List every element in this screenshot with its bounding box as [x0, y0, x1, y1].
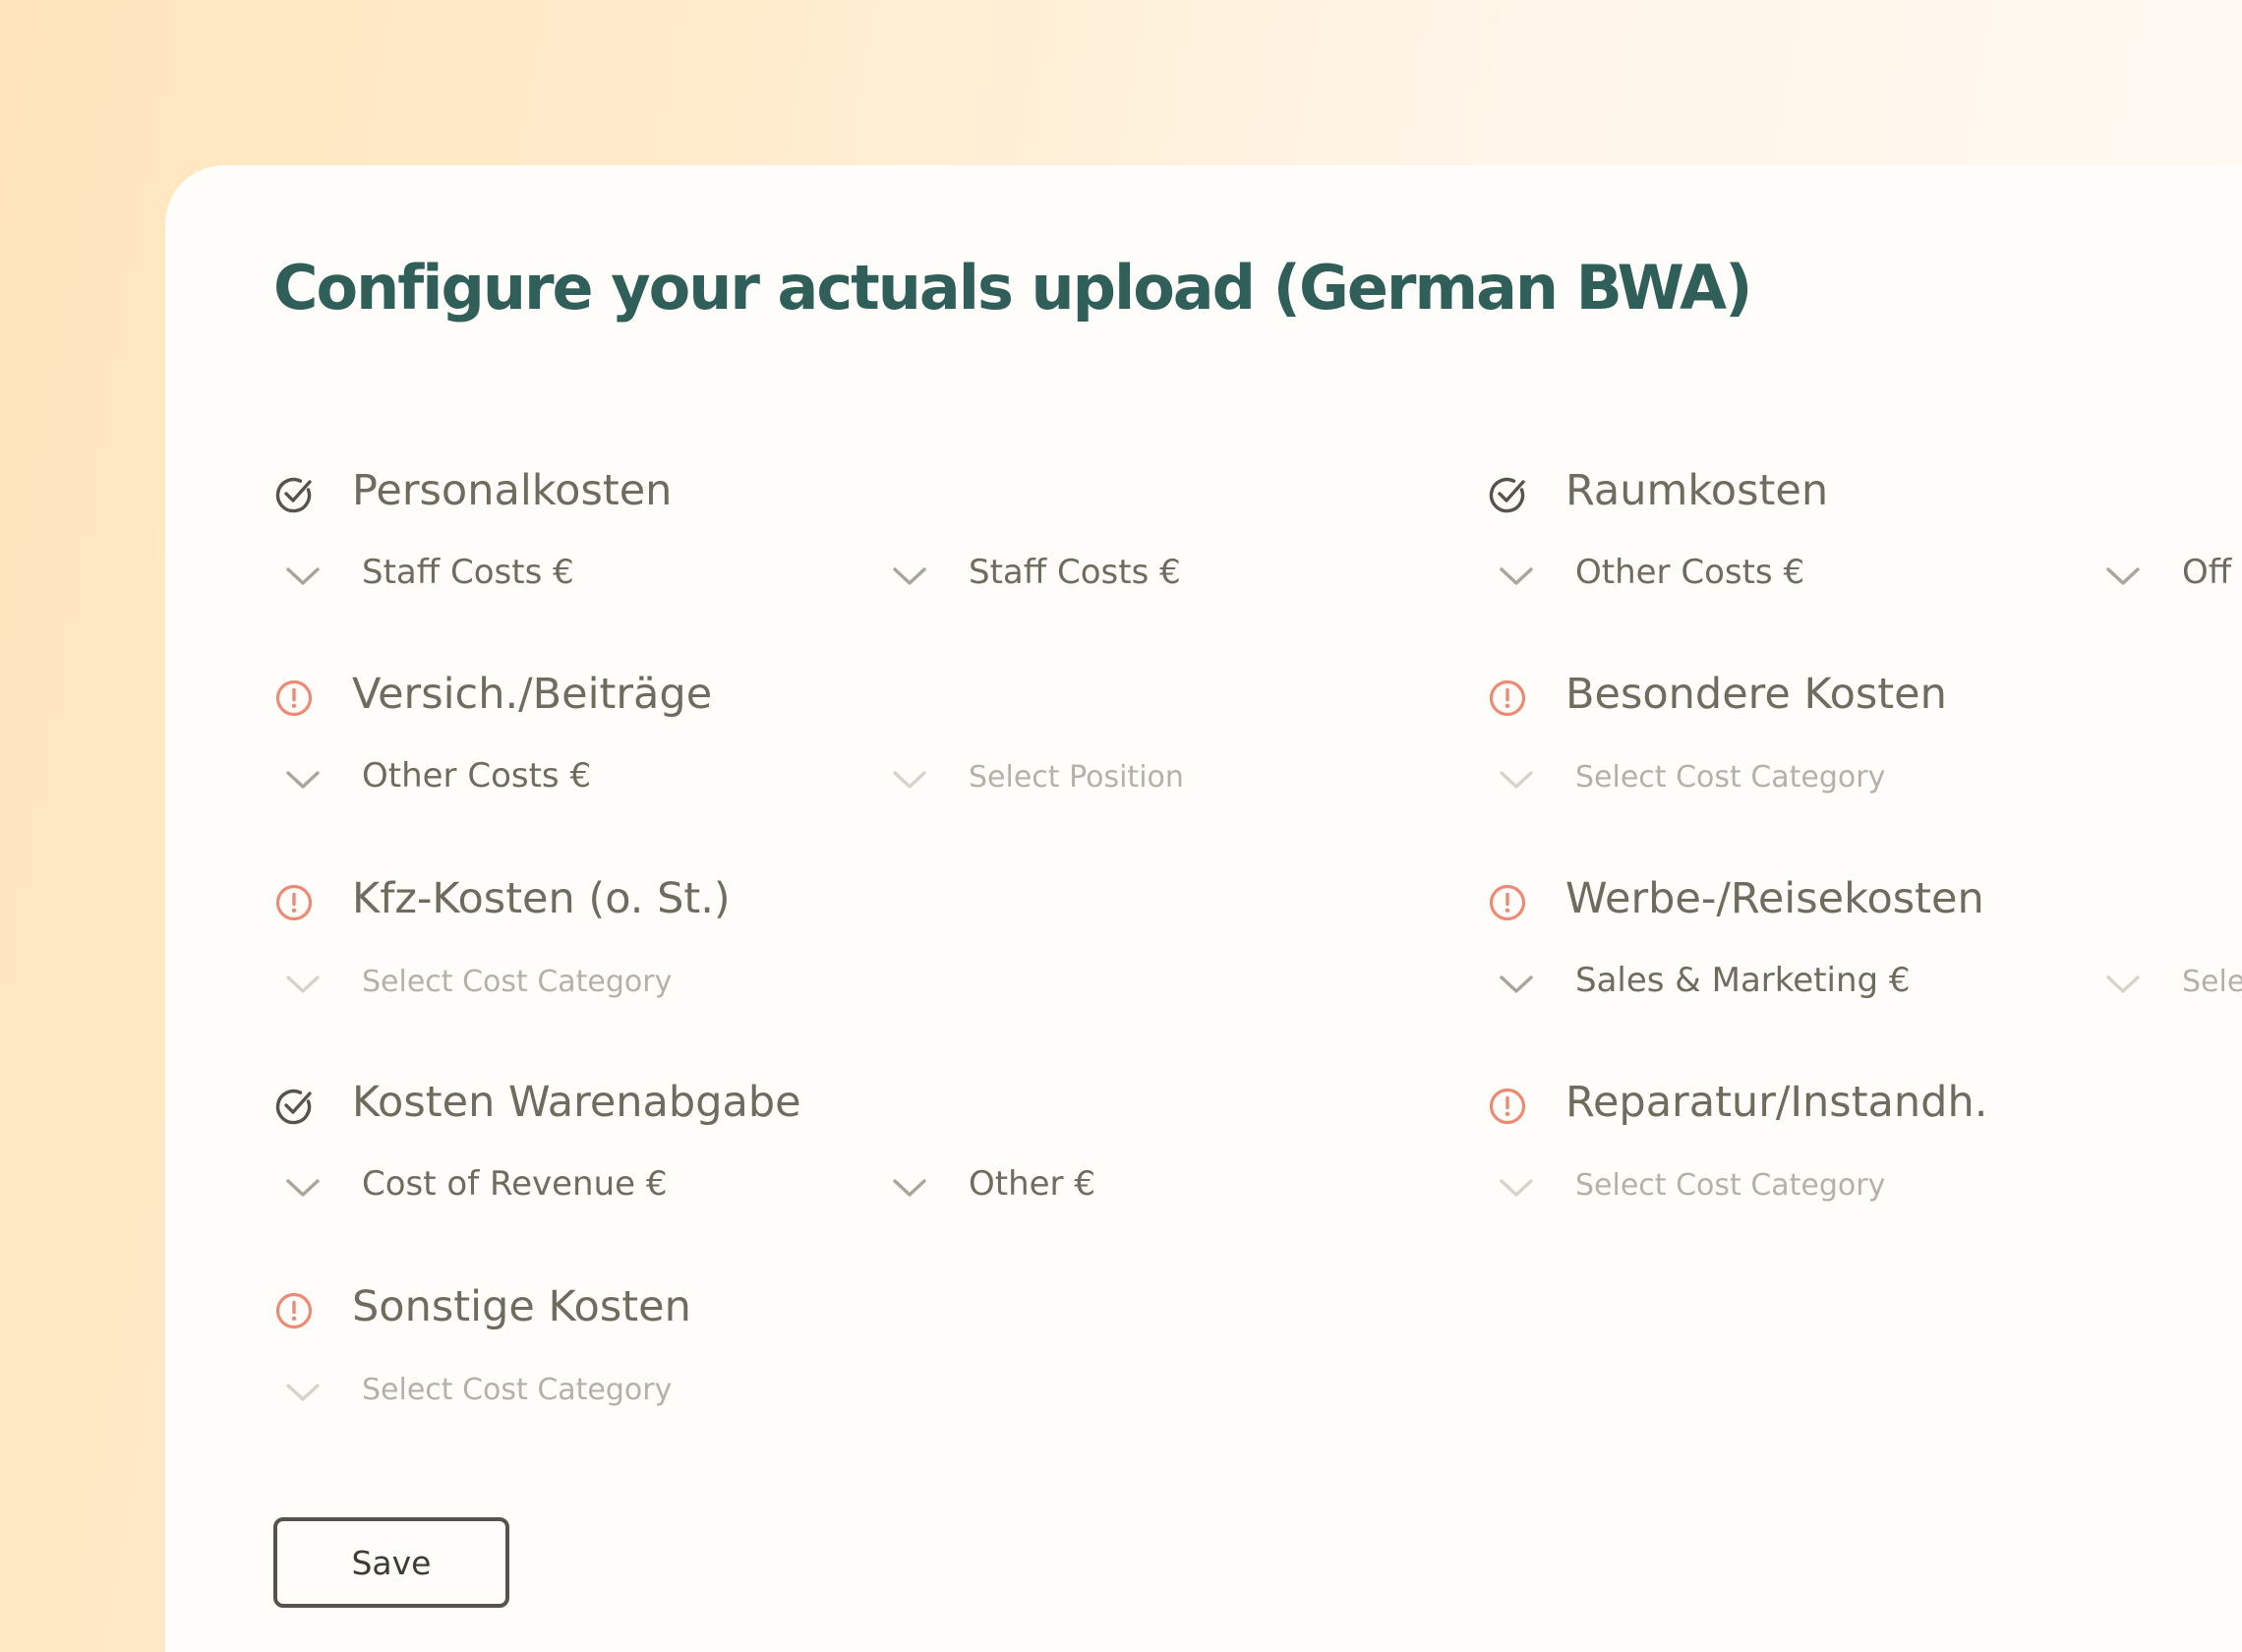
- cost-category-select[interactable]: Other Costs €: [1487, 541, 2077, 610]
- chevron-down-icon[interactable]: [892, 559, 927, 594]
- save-button[interactable]: Save: [273, 1517, 509, 1608]
- section-name: Reparatur/Instandh.: [1565, 1078, 1988, 1127]
- cost-category-select[interactable]: Select Cost Category: [1487, 744, 2077, 813]
- chevron-down-icon[interactable]: [892, 762, 927, 797]
- check-circle-icon: [273, 474, 315, 515]
- section-name: Personalkosten: [352, 466, 673, 515]
- select-value: Sales & Marketing €: [1575, 961, 1911, 1000]
- section-raumkosten: Raumkosten Other Costs € Off: [1487, 460, 2242, 647]
- section-header: Versich./Beiträge: [273, 664, 1453, 733]
- select-placeholder: Select Cost Category: [362, 1373, 673, 1407]
- section-header: Raumkosten: [1487, 460, 2242, 529]
- section-name: Kfz-Kosten (o. St.): [352, 874, 731, 923]
- cost-category-select[interactable]: Cost of Revenue €: [273, 1152, 863, 1221]
- alert-circle-icon: [1487, 882, 1528, 923]
- chevron-down-icon[interactable]: [285, 1375, 321, 1410]
- section-personalkosten: Personalkosten Staff Costs € Staff Costs…: [273, 460, 1453, 647]
- section-header: Besondere Kosten: [1487, 664, 2242, 733]
- config-panel: Configure your actuals upload (German BW…: [165, 165, 2242, 1652]
- chevron-down-icon[interactable]: [892, 1170, 927, 1206]
- section-kfz: Kfz-Kosten (o. St.) Select Cost Category: [273, 868, 1453, 1055]
- select-placeholder: Select Position: [969, 760, 1184, 795]
- chevron-down-icon[interactable]: [285, 967, 321, 1002]
- chevron-down-icon[interactable]: [285, 1170, 321, 1206]
- section-header: Kfz-Kosten (o. St.): [273, 868, 1453, 937]
- position-select[interactable]: Off: [2094, 541, 2242, 610]
- section-besondere: Besondere Kosten Select Cost Category: [1487, 664, 2242, 851]
- cost-category-select[interactable]: Staff Costs €: [273, 541, 863, 610]
- alert-circle-icon: [1487, 1086, 1528, 1127]
- select-placeholder: Sele: [2182, 965, 2242, 999]
- section-name: Kosten Warenabgabe: [352, 1078, 801, 1127]
- cost-category-select[interactable]: Sales & Marketing €: [1487, 949, 2077, 1018]
- position-select[interactable]: Sele: [2094, 949, 2242, 1018]
- section-name: Versich./Beiträge: [352, 670, 713, 719]
- select-value: Cost of Revenue €: [362, 1164, 668, 1204]
- select-value: Off: [2182, 553, 2232, 592]
- check-circle-icon: [1487, 474, 1528, 515]
- cost-category-select[interactable]: Other Costs €: [273, 744, 863, 813]
- chevron-down-icon[interactable]: [285, 559, 321, 594]
- select-placeholder: Select Cost Category: [1575, 760, 1886, 795]
- alert-circle-icon: [273, 1290, 315, 1331]
- section-sonstige: Sonstige Kosten Select Cost Category: [273, 1276, 1453, 1463]
- section-name: Werbe-/Reisekosten: [1565, 874, 1984, 923]
- check-circle-icon: [273, 1086, 315, 1127]
- select-value: Other Costs €: [362, 756, 592, 796]
- section-header: Sonstige Kosten: [273, 1276, 1453, 1345]
- section-werbe: Werbe-/Reisekosten Sales & Marketing € S…: [1487, 868, 2242, 1055]
- chevron-down-icon[interactable]: [2105, 559, 2141, 594]
- section-versich: Versich./Beiträge Other Costs € Select P…: [273, 664, 1453, 851]
- chevron-down-icon[interactable]: [1499, 762, 1534, 797]
- section-reparatur: Reparatur/Instandh. Select Cost Category: [1487, 1072, 2242, 1259]
- chevron-down-icon[interactable]: [1499, 967, 1534, 1002]
- chevron-down-icon[interactable]: [1499, 559, 1534, 594]
- section-name: Raumkosten: [1565, 466, 1829, 515]
- chevron-down-icon[interactable]: [1499, 1170, 1534, 1206]
- section-header: Werbe-/Reisekosten: [1487, 868, 2242, 937]
- position-select[interactable]: Select Position: [880, 744, 1470, 813]
- section-header: Kosten Warenabgabe: [273, 1072, 1453, 1141]
- section-warenabgabe: Kosten Warenabgabe Cost of Revenue € Oth…: [273, 1072, 1453, 1259]
- select-value: Staff Costs €: [362, 553, 574, 592]
- select-placeholder: Select Cost Category: [1575, 1168, 1886, 1203]
- cost-category-select[interactable]: Select Cost Category: [273, 949, 863, 1018]
- position-select[interactable]: Staff Costs €: [880, 541, 1470, 610]
- page-title: Configure your actuals upload (German BW…: [273, 252, 1752, 324]
- section-header: Reparatur/Instandh.: [1487, 1072, 2242, 1141]
- section-header: Personalkosten: [273, 460, 1453, 529]
- section-name: Sonstige Kosten: [352, 1282, 691, 1331]
- select-value: Other €: [969, 1164, 1095, 1204]
- cost-category-select[interactable]: Select Cost Category: [1487, 1152, 2077, 1221]
- cost-category-select[interactable]: Select Cost Category: [273, 1357, 863, 1426]
- select-value: Staff Costs €: [969, 553, 1181, 592]
- position-select[interactable]: Other €: [880, 1152, 1470, 1221]
- alert-circle-icon: [273, 882, 315, 923]
- alert-circle-icon: [273, 678, 315, 719]
- select-placeholder: Select Cost Category: [362, 965, 673, 999]
- select-value: Other Costs €: [1575, 553, 1805, 592]
- alert-circle-icon: [1487, 678, 1528, 719]
- section-name: Besondere Kosten: [1565, 670, 1947, 719]
- chevron-down-icon[interactable]: [285, 762, 321, 797]
- chevron-down-icon[interactable]: [2105, 967, 2141, 1002]
